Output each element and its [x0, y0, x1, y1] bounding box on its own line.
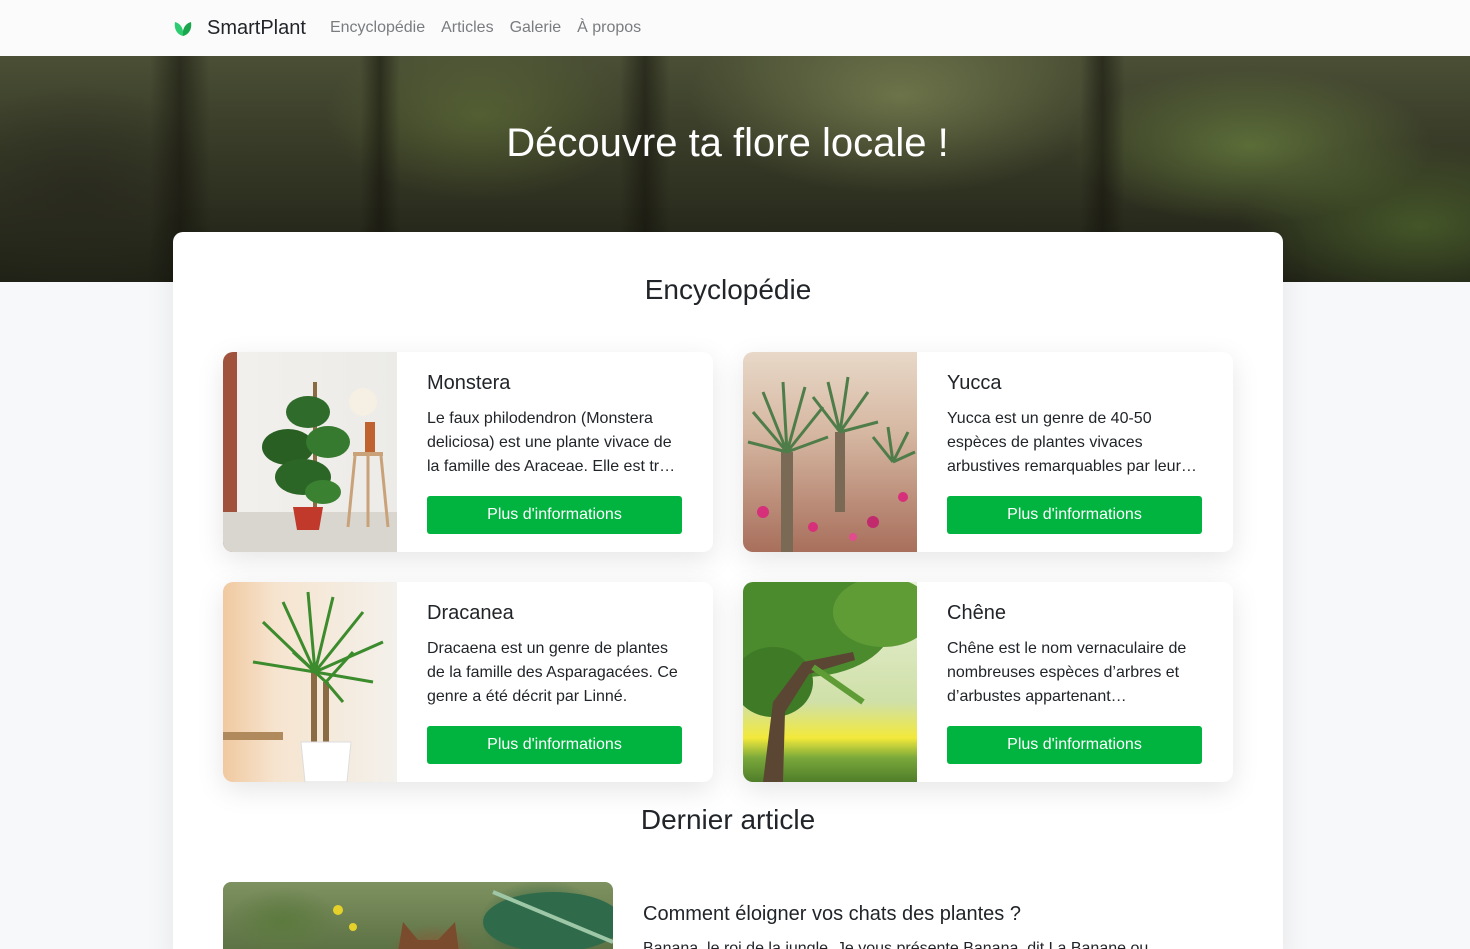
plant-image-dracanea	[223, 582, 397, 782]
brand-link[interactable]: SmartPlant	[173, 17, 306, 40]
article-excerpt: Banana, le roi de la jungle. Je vous pré…	[643, 940, 1149, 949]
plant-name: Chêne	[947, 602, 1006, 624]
plant-card-body: Chêne Chêne est le nom vernaculaire de n…	[917, 582, 1233, 782]
encyclopedia-title: Encyclopédie	[644, 274, 812, 305]
article-image[interactable]	[223, 882, 613, 949]
oak-illustration	[743, 582, 917, 782]
nav-link-encyclopedie[interactable]: Encyclopédie	[330, 19, 425, 37]
plant-image-monstera	[223, 352, 397, 552]
nav-link-galerie[interactable]: Galerie	[510, 19, 562, 37]
plant-card-body: Monstera Le faux philodendron (Monstera …	[397, 352, 713, 552]
leaf-logo-icon	[174, 22, 192, 36]
main-container: Encyclopédie Monstera Le faux philodendr…	[173, 232, 1283, 949]
hero-title: Découvre ta flore locale !	[506, 121, 949, 165]
nav-link-a-propos[interactable]: À propos	[577, 19, 641, 37]
latest-article-title: Dernier article	[640, 804, 816, 835]
plant-name: Yucca	[947, 372, 1002, 394]
more-info-button[interactable]: Plus d'informations	[427, 496, 682, 534]
plant-card-dracanea: Dracanea Dracaena est un genre de plante…	[223, 582, 713, 782]
plant-card-monstera: Monstera Le faux philodendron (Monstera …	[223, 352, 713, 552]
plant-card-body: Yucca Yucca est un genre de 40-50 espèce…	[917, 352, 1233, 552]
brand-name: SmartPlant	[207, 16, 306, 39]
plant-name: Dracanea	[427, 602, 514, 624]
plant-description: Dracaena est un genre de plantes de la f…	[427, 640, 678, 705]
navbar: SmartPlant Encyclopédie Articles Galerie…	[0, 0, 1470, 56]
nav-link-articles[interactable]: Articles	[441, 19, 493, 37]
monstera-illustration	[223, 382, 397, 552]
more-info-button[interactable]: Plus d'informations	[947, 726, 1202, 764]
plant-image-yucca	[743, 352, 917, 552]
plant-description: Chêne est le nom vernaculaire de nombreu…	[947, 640, 1187, 705]
dracanea-illustration	[223, 591, 384, 782]
yucca-illustration	[747, 376, 916, 552]
plant-name: Monstera	[427, 372, 511, 394]
cat-plant-illustration	[333, 890, 613, 949]
plant-description: Le faux philodendron (Monstera deliciosa…	[427, 410, 677, 475]
more-info-button[interactable]: Plus d'informations	[427, 726, 682, 764]
plant-card-chene: Chêne Chêne est le nom vernaculaire de n…	[743, 582, 1233, 782]
more-info-button[interactable]: Plus d'informations	[947, 496, 1202, 534]
plant-card-body: Dracanea Dracaena est un genre de plante…	[397, 582, 713, 782]
plant-description: Yucca est un genre de 40-50 espèces de p…	[947, 410, 1189, 475]
plant-image-chene	[743, 582, 917, 782]
plant-card-yucca: Yucca Yucca est un genre de 40-50 espèce…	[743, 352, 1233, 552]
article-title[interactable]: Comment éloigner vos chats des plantes ?	[643, 903, 1021, 926]
